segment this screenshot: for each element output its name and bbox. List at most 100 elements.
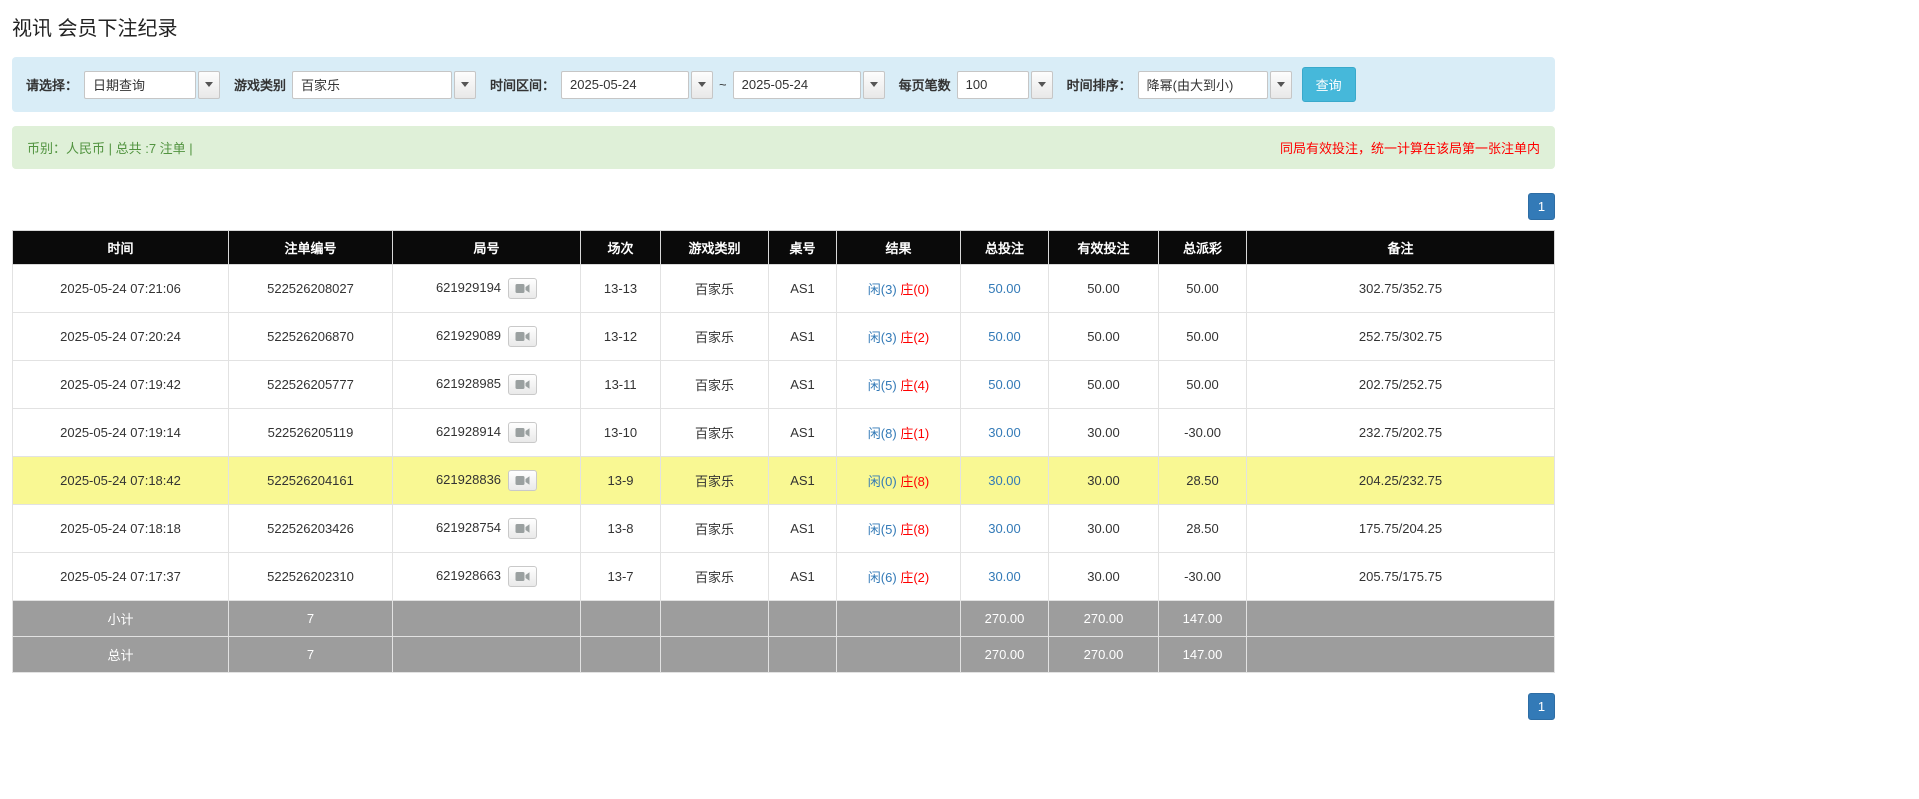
page-1-button[interactable]: 1 [1528,193,1555,220]
column-header: 总派彩 [1158,230,1247,265]
page-1-button[interactable]: 1 [1528,693,1555,720]
query-type-dropdown-button[interactable] [198,70,221,99]
cell-session: 13-7 [580,552,661,601]
result-banker: 庄(1) [900,426,930,441]
video-replay-button[interactable] [508,518,538,539]
result-player: 闲(0) [867,474,897,489]
total-bet-link[interactable]: 50.00 [988,329,1021,344]
video-replay-button[interactable] [508,566,538,587]
cell-time: 2025-05-24 07:19:14 [12,408,229,457]
cell-round-id: 621928985 [392,360,581,409]
date-from-input[interactable] [561,70,690,99]
cell-payout: 50.00 [1158,312,1247,361]
game-type-combo [292,70,477,99]
video-replay-button[interactable] [508,326,538,347]
table-row: 2025-05-24 07:18:42 522526204161 6219288… [12,456,1555,505]
table-row: 2025-05-24 07:20:24 522526206870 6219290… [12,312,1555,361]
cell-valid-bet: 50.00 [1048,360,1159,409]
cell-table-no: AS1 [768,408,837,457]
total-bet-link[interactable]: 30.00 [988,425,1021,440]
total-bet-link[interactable]: 50.00 [988,281,1021,296]
cell-result: 闲(3) 庄(0) [836,264,961,313]
cell-note: 175.75/204.25 [1246,504,1555,553]
sort-order-input[interactable] [1137,70,1268,99]
date-from-dropdown-button[interactable] [691,70,714,99]
round-id-text: 621928985 [435,375,502,391]
total-valid-bet: 270.00 [1048,636,1159,673]
time-range-label: 时间区间： [490,78,556,93]
cell-bet-id: 522526208027 [228,264,393,313]
cell-game-type: 百家乐 [660,408,769,457]
table-row: 2025-05-24 07:21:06 522526208027 6219291… [12,264,1555,313]
cell-bet-id: 522526206870 [228,312,393,361]
round-id-text: 621928836 [435,471,502,487]
video-replay-button[interactable] [508,278,538,299]
game-type-input[interactable] [292,70,453,99]
result-player: 闲(3) [867,330,897,345]
video-replay-button[interactable] [508,470,538,491]
cell-valid-bet: 30.00 [1048,456,1159,505]
chevron-down-icon [1276,82,1285,87]
per-page-dropdown-button[interactable] [1030,70,1053,99]
total-label: 总计 [12,636,229,673]
search-button[interactable]: 查询 [1301,67,1356,102]
cell-total-bet: 50.00 [960,312,1049,361]
cell-table-no: AS1 [768,264,837,313]
cell-note: 205.75/175.75 [1246,552,1555,601]
cell-game-type: 百家乐 [660,552,769,601]
per-page-input[interactable] [956,70,1029,99]
cell-round-id: 621928663 [392,552,581,601]
table-row: 2025-05-24 07:18:18 522526203426 6219287… [12,504,1555,553]
query-type-combo [84,70,221,99]
game-type-dropdown-button[interactable] [454,70,477,99]
cell-session: 13-8 [580,504,661,553]
column-header: 注单编号 [228,230,393,265]
cell-payout: 28.50 [1158,504,1247,553]
date-to-dropdown-button[interactable] [862,70,885,99]
total-payout: 147.00 [1158,636,1247,673]
cell-round-id: 621929089 [392,312,581,361]
total-bet-link[interactable]: 30.00 [988,473,1021,488]
currency-total-text: 币别：人民币 | 总共 :7 注单 | [27,141,193,156]
cell-session: 13-9 [580,456,661,505]
cell-game-type: 百家乐 [660,312,769,361]
chevron-down-icon [205,82,214,87]
video-camera-icon [515,572,530,581]
cell-valid-bet: 30.00 [1048,408,1159,457]
total-bet-link[interactable]: 30.00 [988,569,1021,584]
video-replay-button[interactable] [508,422,538,443]
cell-bet-id: 522526205119 [228,408,393,457]
per-page-label: 每页笔数 [898,78,951,93]
cell-result: 闲(5) 庄(8) [836,504,961,553]
total-total-bet: 270.00 [960,636,1049,673]
subtotal-label: 小计 [12,600,229,637]
cell-result: 闲(3) 庄(2) [836,312,961,361]
result-banker: 庄(2) [900,570,930,585]
subtotal-payout: 147.00 [1158,600,1247,637]
table-row: 2025-05-24 07:17:37 522526202310 6219286… [12,552,1555,601]
result-banker: 庄(8) [900,522,930,537]
table-body: 2025-05-24 07:21:06 522526208027 6219291… [12,264,1555,601]
video-camera-icon [515,332,530,341]
total-bet-link[interactable]: 50.00 [988,377,1021,392]
column-header: 结果 [836,230,961,265]
cell-total-bet: 50.00 [960,360,1049,409]
sort-order-dropdown-button[interactable] [1269,70,1292,99]
date-from-combo [561,70,714,99]
result-player: 闲(8) [867,426,897,441]
video-replay-button[interactable] [508,374,538,395]
cell-session: 13-12 [580,312,661,361]
date-to-input[interactable] [732,70,861,99]
filter-bar: 请选择： 游戏类别 时间区间： ~ 每页笔数 时间排序： [12,57,1555,112]
query-type-input[interactable] [84,70,197,99]
column-header: 桌号 [768,230,837,265]
total-bet-link[interactable]: 30.00 [988,521,1021,536]
round-id-text: 621928914 [435,423,502,439]
cell-game-type: 百家乐 [660,456,769,505]
cell-bet-id: 522526205777 [228,360,393,409]
sort-order-label: 时间排序： [1066,78,1132,93]
table-header-row: 时间 注单编号 局号 场次 游戏类别 桌号 结果 总投注 有效投注 总派彩 备注 [12,230,1555,265]
result-banker: 庄(4) [900,378,930,393]
cell-note: 302.75/352.75 [1246,264,1555,313]
chevron-down-icon [1037,82,1046,87]
